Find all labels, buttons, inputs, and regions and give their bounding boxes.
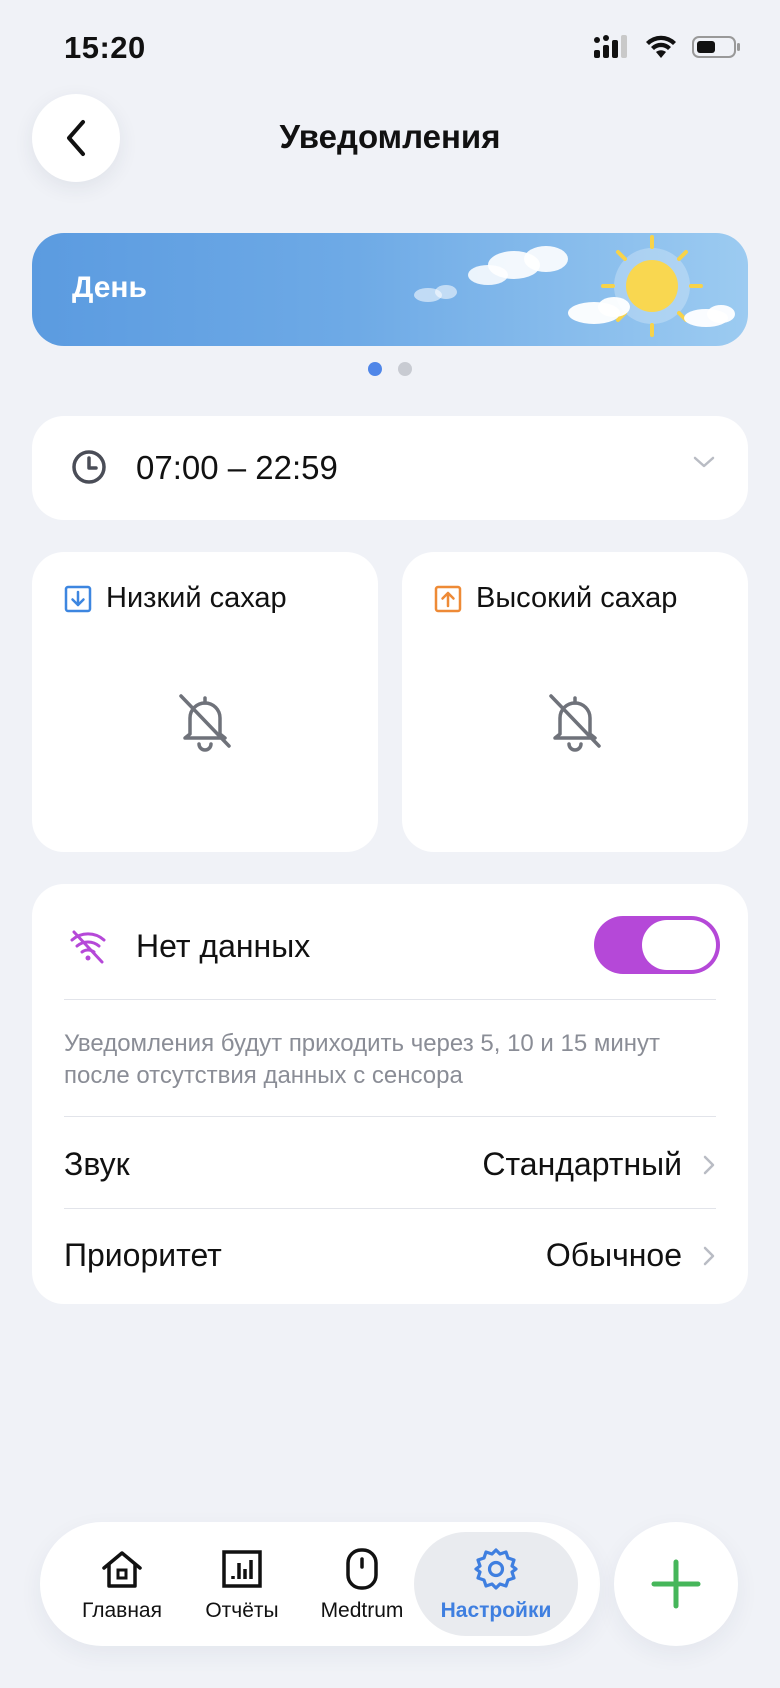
battery-icon [692, 36, 740, 58]
divider [64, 999, 716, 1000]
sensor-device-icon [346, 1548, 378, 1590]
arrow-down-box-icon [64, 585, 92, 612]
divider [64, 1116, 716, 1117]
priority-label: Приоритет [64, 1237, 222, 1273]
status-bar: 15:20 [0, 0, 780, 90]
add-button[interactable] [614, 1522, 738, 1646]
nav-label-settings: Настройки [440, 1599, 552, 1622]
page-title: Уведомления [279, 118, 501, 155]
arrow-up-box-icon [434, 585, 462, 612]
bell-off-icon [179, 694, 231, 752]
sound-label: Звук [64, 1146, 130, 1182]
bar-chart-icon [222, 1550, 262, 1588]
cellular-signal-icon [594, 35, 627, 58]
no-data-title: Нет данных [136, 928, 311, 964]
gear-icon [474, 1548, 518, 1590]
low-glucose-card[interactable]: Низкий сахар [32, 552, 378, 852]
no-data-toggle[interactable] [594, 916, 720, 974]
priority-setting-row[interactable]: Приоритет Обычное [64, 1209, 716, 1299]
nav-item-settings[interactable]: Настройки [414, 1532, 578, 1636]
nav-item-home[interactable]: Главная [62, 1522, 182, 1646]
status-icons [594, 34, 742, 60]
toggle-knob [642, 920, 716, 970]
chevron-right-icon [703, 1155, 715, 1175]
high-glucose-title: Высокий сахар [476, 582, 678, 614]
nav-label-medtrum: Medtrum [320, 1599, 404, 1622]
bottom-navigation: Главная Отчёты Medtrum Настройки [40, 1522, 600, 1646]
wifi-icon [646, 35, 676, 58]
sun-clouds-illustration [414, 235, 735, 337]
plus-icon [651, 1559, 701, 1609]
time-range-selector[interactable]: 07:00 – 22:59 [32, 416, 748, 520]
sound-value: Стандартный [482, 1146, 682, 1182]
high-glucose-card[interactable]: Высокий сахар [402, 552, 748, 852]
day-period-banner[interactable]: День [32, 233, 748, 346]
nav-item-reports[interactable]: Отчёты [182, 1522, 302, 1646]
sound-setting-row[interactable]: Звук Стандартный [64, 1118, 716, 1208]
page-dot-active[interactable] [368, 362, 382, 376]
wifi-off-icon [70, 930, 106, 964]
chevron-right-icon [703, 1246, 715, 1266]
page-dot[interactable] [398, 362, 412, 376]
home-icon [102, 1551, 142, 1588]
high-glucose-header: Высокий сахар [434, 582, 677, 615]
chevron-down-icon [693, 456, 715, 468]
status-time: 15:20 [64, 30, 146, 65]
no-data-card: Нет данных Уведомления будут приходить ч… [32, 884, 748, 1304]
low-glucose-header: Низкий сахар [64, 582, 287, 615]
no-data-description: Уведомления будут приходить через 5, 10 … [64, 1030, 661, 1089]
banner-pagination [0, 362, 780, 376]
low-glucose-title: Низкий сахар [106, 582, 287, 614]
nav-item-medtrum[interactable]: Medtrum [302, 1522, 422, 1646]
nav-label-home: Главная [82, 1599, 162, 1622]
nav-label-reports: Отчёты [205, 1599, 279, 1622]
clock-icon [72, 450, 106, 484]
banner-label: День [72, 271, 147, 304]
bell-off-icon [549, 694, 601, 752]
time-range-value: 07:00 – 22:59 [136, 449, 338, 486]
priority-value: Обычное [545, 1237, 682, 1273]
